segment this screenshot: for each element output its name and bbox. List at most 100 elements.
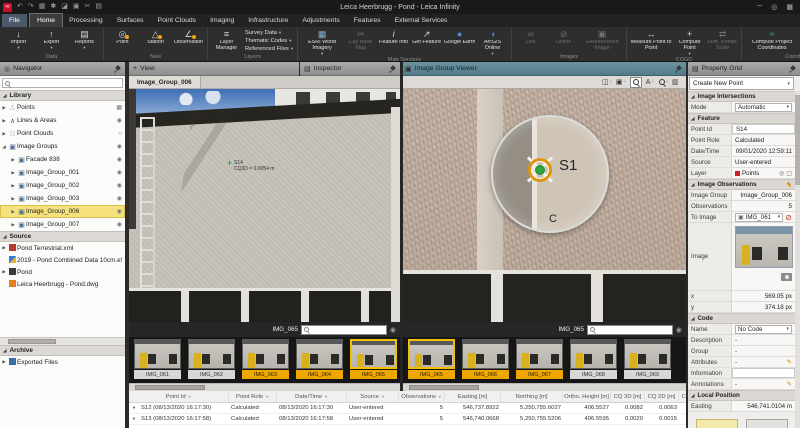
table-column-header[interactable]: Observations bbox=[399, 391, 445, 402]
expand-arrow-icon[interactable]: ▶ bbox=[0, 131, 8, 137]
ribbon-button[interactable]: Station bbox=[139, 28, 172, 53]
scrollbar-thumb[interactable] bbox=[135, 385, 205, 390]
tree-item[interactable]: ▶Facade 838◉ bbox=[0, 153, 125, 166]
property-grid-scrollbar[interactable] bbox=[795, 91, 800, 428]
report-window-icon[interactable]: ▤ bbox=[95, 2, 102, 12]
settings-icon[interactable]: ✱ bbox=[50, 2, 56, 12]
thumbnail-image[interactable] bbox=[408, 339, 455, 369]
tree-item[interactable]: 2019 - Pond Combined Data 10cm.e57 bbox=[0, 254, 125, 266]
inspector-panel-header[interactable]: ▤Inspector bbox=[300, 62, 400, 76]
bulb-icon[interactable]: ◎ bbox=[779, 170, 784, 177]
exclude-observation-icon[interactable] bbox=[785, 213, 792, 222]
point-marker-s14[interactable]: ✚ S14CQ3D = 0.0054 m bbox=[227, 161, 274, 172]
ribbon-tab[interactable]: Adjustments bbox=[295, 14, 346, 27]
image-thumbnail[interactable]: IMG_065 bbox=[407, 339, 456, 383]
expand-arrow-icon[interactable]: ◢ bbox=[0, 144, 8, 150]
image-thumbnail[interactable]: IMG_067 bbox=[515, 339, 564, 383]
thumbnail-image[interactable] bbox=[462, 339, 509, 369]
image-search-input[interactable] bbox=[597, 327, 675, 333]
expand-arrow-icon[interactable]: ▶ bbox=[0, 245, 8, 251]
filter-icon[interactable] bbox=[324, 395, 328, 399]
visibility-icon[interactable]: ◉ bbox=[117, 117, 122, 124]
thumbnail-image[interactable] bbox=[624, 339, 671, 369]
minimize-icon[interactable]: ─ bbox=[757, 3, 762, 11]
tree-item[interactable]: ▶Pond Terrestrial.xml bbox=[0, 242, 125, 254]
expand-arrow-icon[interactable]: ▶ bbox=[0, 105, 8, 111]
viewer-photo-canvas[interactable]: S1 C bbox=[403, 89, 686, 322]
image-thumbnail[interactable]: IMG_062 bbox=[187, 339, 236, 383]
thumbnail-image[interactable] bbox=[134, 339, 181, 369]
filter-icon[interactable] bbox=[381, 395, 385, 399]
ribbon-tab[interactable]: Imaging bbox=[203, 14, 241, 27]
capture-icon[interactable]: ◪ bbox=[61, 2, 68, 12]
camera-icon[interactable] bbox=[781, 273, 792, 281]
ribbon-button[interactable]: Reports bbox=[68, 28, 101, 53]
filter-icon[interactable] bbox=[188, 395, 192, 399]
expand-arrow-icon[interactable]: ▶ bbox=[9, 157, 17, 163]
image-thumbnail[interactable]: IMG_064 bbox=[295, 339, 344, 383]
table-column-header[interactable]: Easting [m] bbox=[445, 391, 501, 402]
action-dropdown[interactable]: Create New Point bbox=[689, 77, 794, 90]
visibility-icon[interactable]: ◉ bbox=[117, 221, 122, 228]
ribbon-menu-item[interactable]: Survey Data bbox=[245, 30, 293, 36]
section-archive[interactable]: Archive bbox=[0, 345, 125, 356]
filter-icon[interactable] bbox=[438, 395, 442, 399]
expand-arrow-icon[interactable]: ▶ bbox=[9, 196, 17, 202]
split-view-icon[interactable]: ◫ bbox=[602, 77, 612, 87]
locate-image-icon[interactable]: ◉ bbox=[390, 326, 396, 334]
image-search-box[interactable] bbox=[587, 325, 673, 335]
code-select[interactable]: No Code bbox=[735, 325, 792, 334]
layer-manager-button[interactable]: Layer Manager bbox=[210, 28, 243, 53]
delete-icon[interactable]: ▦ bbox=[39, 2, 46, 12]
image-thumbnail[interactable]: IMG_061 bbox=[133, 339, 182, 383]
information-field[interactable] bbox=[732, 368, 795, 378]
zoom-window-icon[interactable] bbox=[630, 77, 642, 88]
table-column-header[interactable]: Ortho. Height [m] bbox=[563, 391, 611, 402]
zoom-level-icon[interactable] bbox=[659, 77, 668, 87]
image-display-icon[interactable]: ▣ bbox=[616, 77, 626, 87]
edit-pencil-icon[interactable] bbox=[787, 358, 792, 366]
scrollbar-thumb[interactable] bbox=[409, 385, 479, 390]
archive-icon[interactable]: ▣ bbox=[73, 2, 80, 12]
undo-icon[interactable]: ↶ bbox=[17, 2, 23, 12]
observation-image-preview[interactable] bbox=[735, 226, 793, 268]
view-photo-canvas[interactable]: ✚ S14CQ3D = 0.0054 m bbox=[129, 89, 400, 322]
ribbon-button[interactable]: Export bbox=[35, 28, 68, 53]
table-row[interactable]: S13 (08/13/2020 16:17:58)Calculated08/13… bbox=[129, 414, 686, 425]
ribbon-button[interactable]: Compute Project Coordinates bbox=[744, 28, 800, 53]
about-icon[interactable]: ◎ bbox=[771, 3, 777, 11]
table-column-header[interactable]: Point Id bbox=[129, 391, 229, 402]
image-thumbnail[interactable]: IMG_068 bbox=[569, 339, 618, 383]
point-id-field[interactable]: S14 bbox=[732, 124, 795, 134]
thumbnail-image[interactable] bbox=[570, 339, 617, 369]
table-column-header[interactable]: Point Role bbox=[229, 391, 277, 402]
ribbon-tab[interactable]: Infrastructure bbox=[241, 14, 295, 27]
ribbon-tab[interactable]: Point Clouds bbox=[151, 14, 204, 27]
view-panel-header[interactable]: +View bbox=[129, 62, 299, 76]
tree-item[interactable]: Leica Heerbrugg - Pond.dwg bbox=[0, 278, 125, 290]
ribbon-button[interactable]: Google Earth bbox=[443, 28, 476, 56]
ribbon-tab[interactable]: Processing bbox=[62, 14, 110, 27]
tree-item[interactable]: ▶Pond bbox=[0, 266, 125, 278]
ribbon-button[interactable]: Shift, Rotate, Scale bbox=[706, 28, 739, 56]
subtab-image-group[interactable]: Image_Group_006 bbox=[129, 76, 201, 88]
ribbon-tab[interactable]: Surfaces bbox=[110, 14, 151, 27]
tree-item[interactable]: ▶Point Clouds○ bbox=[0, 127, 125, 140]
search-input[interactable] bbox=[12, 79, 120, 87]
edit-pencil-icon[interactable] bbox=[787, 380, 792, 388]
visibility-icon[interactable]: ▦ bbox=[116, 104, 122, 111]
ribbon-button[interactable]: Unlink bbox=[547, 28, 580, 53]
expand-arrow-icon[interactable]: ▶ bbox=[0, 118, 8, 124]
table-column-header[interactable]: Northing [m] bbox=[501, 391, 563, 402]
image-thumbnail[interactable]: IMG_063 bbox=[241, 339, 290, 383]
visibility-icon[interactable]: ◉ bbox=[117, 182, 122, 189]
tree-item[interactable]: ▶Exported Files bbox=[0, 356, 125, 368]
section-library[interactable]: Library bbox=[0, 90, 125, 101]
tree-item[interactable]: ▶Image_Group_007◉ bbox=[0, 218, 125, 231]
visibility-icon[interactable]: ◉ bbox=[117, 195, 122, 202]
visibility-icon[interactable]: ◉ bbox=[117, 169, 122, 176]
image-thumbnail[interactable]: IMG_065 bbox=[349, 339, 398, 383]
ribbon-tab[interactable]: File bbox=[2, 14, 27, 27]
expand-arrow-icon[interactable]: ▶ bbox=[0, 359, 8, 365]
image-thumbnail[interactable]: IMG_069 bbox=[623, 339, 672, 383]
